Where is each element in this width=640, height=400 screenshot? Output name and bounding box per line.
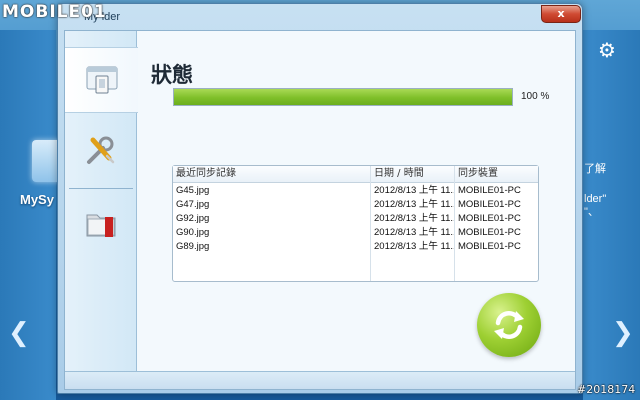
sidebar (65, 31, 138, 371)
dialog-client: 狀態 100 % 最近同步記錄 日期 / 時間 同步裝置 G45.jpg 201… (64, 30, 576, 390)
cell-device: MOBILE01-PC (458, 227, 521, 238)
column-header-date-time[interactable]: 日期 / 時間 (371, 166, 455, 183)
column-header-device[interactable]: 同步裝置 (455, 166, 538, 183)
cell-datetime: 2012/8/13 上午 11... (374, 213, 454, 224)
background-right-text: lder" (584, 193, 607, 205)
sync-dialog: My lder x 狀態 100 % 最近同步記錄 日期 / 時間 同步裝置 G… (57, 3, 583, 394)
cell-datetime: 2012/8/13 上午 11... (374, 241, 454, 252)
cell-datetime: 2012/8/13 上午 11... (374, 227, 454, 238)
background-right-text: "、 (584, 206, 599, 218)
gear-icon[interactable]: ⚙ (597, 40, 617, 60)
sync-history-table: 最近同步記錄 日期 / 時間 同步裝置 G45.jpg 2012/8/13 上午… (172, 165, 539, 282)
sidebar-divider (69, 188, 133, 189)
page-title: 狀態 (151, 63, 193, 87)
cell-device: MOBILE01-PC (458, 185, 521, 196)
background-right-text: 了解 (584, 163, 606, 175)
table-row[interactable]: G92.jpg 2012/8/13 上午 11... MOBILE01-PC (173, 212, 538, 226)
sidebar-item-folders[interactable] (65, 191, 137, 257)
sync-folder-icon (86, 66, 117, 94)
watermark-logo: MOBILE01 (2, 2, 107, 22)
cell-file: G90.jpg (176, 227, 210, 238)
cell-device: MOBILE01-PC (458, 199, 521, 210)
sync-arrows-icon (494, 310, 524, 340)
cell-device: MOBILE01-PC (458, 241, 521, 252)
cell-file: G89.jpg (176, 241, 210, 252)
table-row[interactable]: G89.jpg 2012/8/13 上午 11... MOBILE01-PC (173, 240, 538, 254)
chevron-left-icon[interactable]: ❮ (8, 318, 30, 348)
status-content: 狀態 100 % 最近同步記錄 日期 / 時間 同步裝置 G45.jpg 201… (138, 31, 575, 371)
table-row[interactable]: G47.jpg 2012/8/13 上午 11... MOBILE01-PC (173, 198, 538, 212)
close-button[interactable]: x (541, 5, 581, 23)
progress-percent: 100 % (521, 91, 550, 102)
wrench-screwdriver-icon (87, 136, 115, 164)
sync-progress-bar (173, 88, 513, 106)
sidebar-item-tools[interactable] (65, 117, 137, 183)
sidebar-item-status[interactable] (65, 47, 138, 113)
background-folder-label: MySy (20, 192, 54, 207)
status-bar (65, 371, 575, 389)
sync-button[interactable] (477, 293, 541, 357)
cell-file: G47.jpg (176, 199, 210, 210)
cell-datetime: 2012/8/13 上午 11... (374, 185, 454, 196)
cell-device: MOBILE01-PC (458, 213, 521, 224)
table-row[interactable]: G45.jpg 2012/8/13 上午 11... MOBILE01-PC (173, 184, 538, 198)
title-bar[interactable]: My lder x (58, 4, 582, 30)
red-folder-icon (86, 214, 116, 237)
watermark-id: #2018174 (577, 383, 636, 396)
chevron-right-icon[interactable]: ❯ (612, 318, 634, 348)
cell-datetime: 2012/8/13 上午 11... (374, 199, 454, 210)
cell-file: G92.jpg (176, 213, 210, 224)
progress-fill (174, 89, 512, 105)
cell-file: G45.jpg (176, 185, 210, 196)
column-header-recent-sync[interactable]: 最近同步記錄 (173, 166, 371, 183)
table-row[interactable]: G90.jpg 2012/8/13 上午 11... MOBILE01-PC (173, 226, 538, 240)
